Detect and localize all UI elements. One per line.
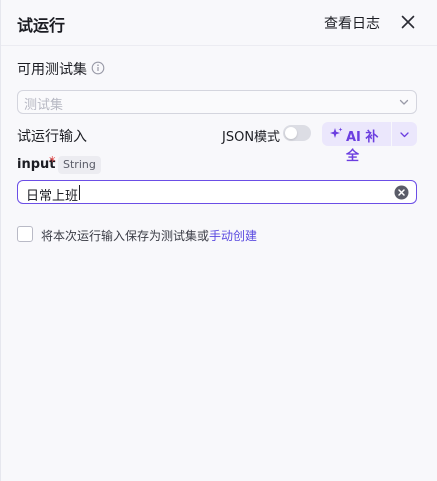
input-field[interactable]: 日常上班 — [17, 180, 417, 204]
chevron-down-icon — [399, 99, 409, 105]
input-value: 日常上班 — [26, 189, 79, 204]
manual-create-link[interactable]: 手动创建 — [209, 229, 257, 243]
run-input-label: 试运行输入 — [17, 129, 87, 145]
chevron-down-icon — [400, 132, 409, 138]
test-set-label: 可用测试集 — [17, 62, 87, 78]
panel-header: 试运行 查看日志 — [1, 0, 437, 46]
save-as-testset-checkbox[interactable] — [17, 226, 33, 242]
toggle-knob — [285, 127, 297, 139]
panel-title: 试运行 — [17, 16, 66, 35]
required-mark: * — [49, 155, 56, 170]
json-mode-toggle[interactable] — [283, 125, 311, 141]
ai-complete-button[interactable]: AI 补全 — [322, 122, 391, 164]
test-run-panel: 试运行 查看日志 可用测试集 测试集 试运行输入 JSON模式 AI 补全 in… — [0, 0, 437, 481]
info-icon[interactable] — [91, 60, 105, 75]
test-set-select[interactable]: 测试集 — [17, 90, 417, 114]
close-button[interactable] — [399, 13, 417, 31]
ai-options-dropdown[interactable] — [392, 122, 417, 146]
text-caret — [79, 185, 80, 200]
test-set-placeholder: 测试集 — [24, 98, 64, 113]
close-icon — [401, 15, 415, 29]
save-as-testset-text: 将本次运行输入保存为测试集或手动创建 — [41, 227, 257, 244]
view-log-button[interactable]: 查看日志 — [324, 13, 380, 33]
sparkle-icon — [330, 127, 343, 138]
type-badge: String — [58, 156, 101, 174]
json-mode-label: JSON模式 — [222, 130, 281, 145]
save-description: 将本次运行输入保存为测试集或 — [41, 229, 210, 243]
ai-complete-label: AI 补全 — [346, 130, 379, 164]
clear-icon[interactable] — [394, 185, 409, 200]
